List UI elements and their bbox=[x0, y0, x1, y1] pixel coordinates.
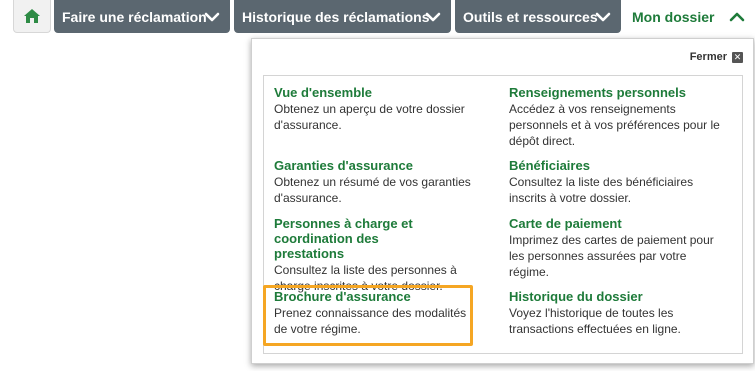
menu-item-title[interactable]: Garanties d'assurance bbox=[274, 158, 489, 173]
menu-item-description: Obtenez un aperçu de votre dossier d'ass… bbox=[274, 102, 465, 132]
highlight-box bbox=[263, 285, 473, 346]
chevron-down-icon bbox=[204, 12, 220, 22]
menu-item-renseignements-personnels[interactable]: Renseignements personnels Accédez à vos … bbox=[509, 85, 724, 149]
tab-outils-et-ressources[interactable]: Outils et ressources bbox=[455, 0, 621, 33]
menu-item-historique-du-dossier[interactable]: Historique du dossier Voyez l'historique… bbox=[509, 289, 724, 337]
home-button[interactable] bbox=[13, 0, 51, 33]
chevron-down-icon bbox=[425, 12, 441, 22]
tab-label: Outils et ressources bbox=[463, 8, 598, 25]
close-button[interactable]: Fermer ✕ bbox=[690, 51, 743, 63]
chevron-up-icon bbox=[729, 12, 745, 22]
tab-label: Mon dossier bbox=[632, 8, 715, 25]
tab-mon-dossier[interactable]: Mon dossier bbox=[624, 0, 755, 33]
menu-item-description: Accédez à vos renseignements personnels … bbox=[509, 102, 720, 148]
menu-item-garanties-assurance[interactable]: Garanties d'assurance Obtenez un résumé … bbox=[274, 158, 489, 206]
tab-label: Faire une réclamation bbox=[62, 8, 207, 25]
menu-item-title[interactable]: Bénéficiaires bbox=[509, 158, 724, 173]
home-icon bbox=[24, 9, 40, 23]
menu-item-description: Consultez la liste des bénéficiaires ins… bbox=[509, 175, 694, 205]
tab-label: Historique des réclamations bbox=[242, 8, 430, 25]
menu-item-title[interactable]: Carte de paiement bbox=[509, 216, 724, 231]
menu-item-description: Imprimez des cartes de paiement pour les… bbox=[509, 233, 714, 279]
menu-item-personnes-a-charge[interactable]: Personnes à charge et coordination des p… bbox=[274, 216, 489, 294]
menu-item-description: Voyez l'historique de toutes les transac… bbox=[509, 306, 681, 336]
menu-item-title[interactable]: Personnes à charge et coordination des p… bbox=[274, 216, 449, 261]
menu-item-vue-ensemble[interactable]: Vue d'ensemble Obtenez un aperçu de votr… bbox=[274, 85, 489, 133]
menu-item-carte-de-paiement[interactable]: Carte de paiement Imprimez des cartes de… bbox=[509, 216, 724, 280]
menu-item-description: Obtenez un résumé de vos garanties d'ass… bbox=[274, 175, 471, 205]
top-nav: Faire une réclamation Historique des réc… bbox=[0, 0, 755, 36]
close-icon: ✕ bbox=[732, 51, 743, 63]
menu-item-title[interactable]: Vue d'ensemble bbox=[274, 85, 489, 100]
chevron-down-icon bbox=[595, 12, 611, 22]
tab-historique-des-reclamations[interactable]: Historique des réclamations bbox=[234, 0, 451, 33]
menu-item-title[interactable]: Renseignements personnels bbox=[509, 85, 724, 100]
tab-faire-une-reclamation[interactable]: Faire une réclamation bbox=[54, 0, 230, 33]
menu-item-title[interactable]: Historique du dossier bbox=[509, 289, 724, 304]
close-label: Fermer bbox=[689, 51, 727, 63]
menu-item-beneficiaires[interactable]: Bénéficiaires Consultez la liste des bén… bbox=[509, 158, 724, 206]
